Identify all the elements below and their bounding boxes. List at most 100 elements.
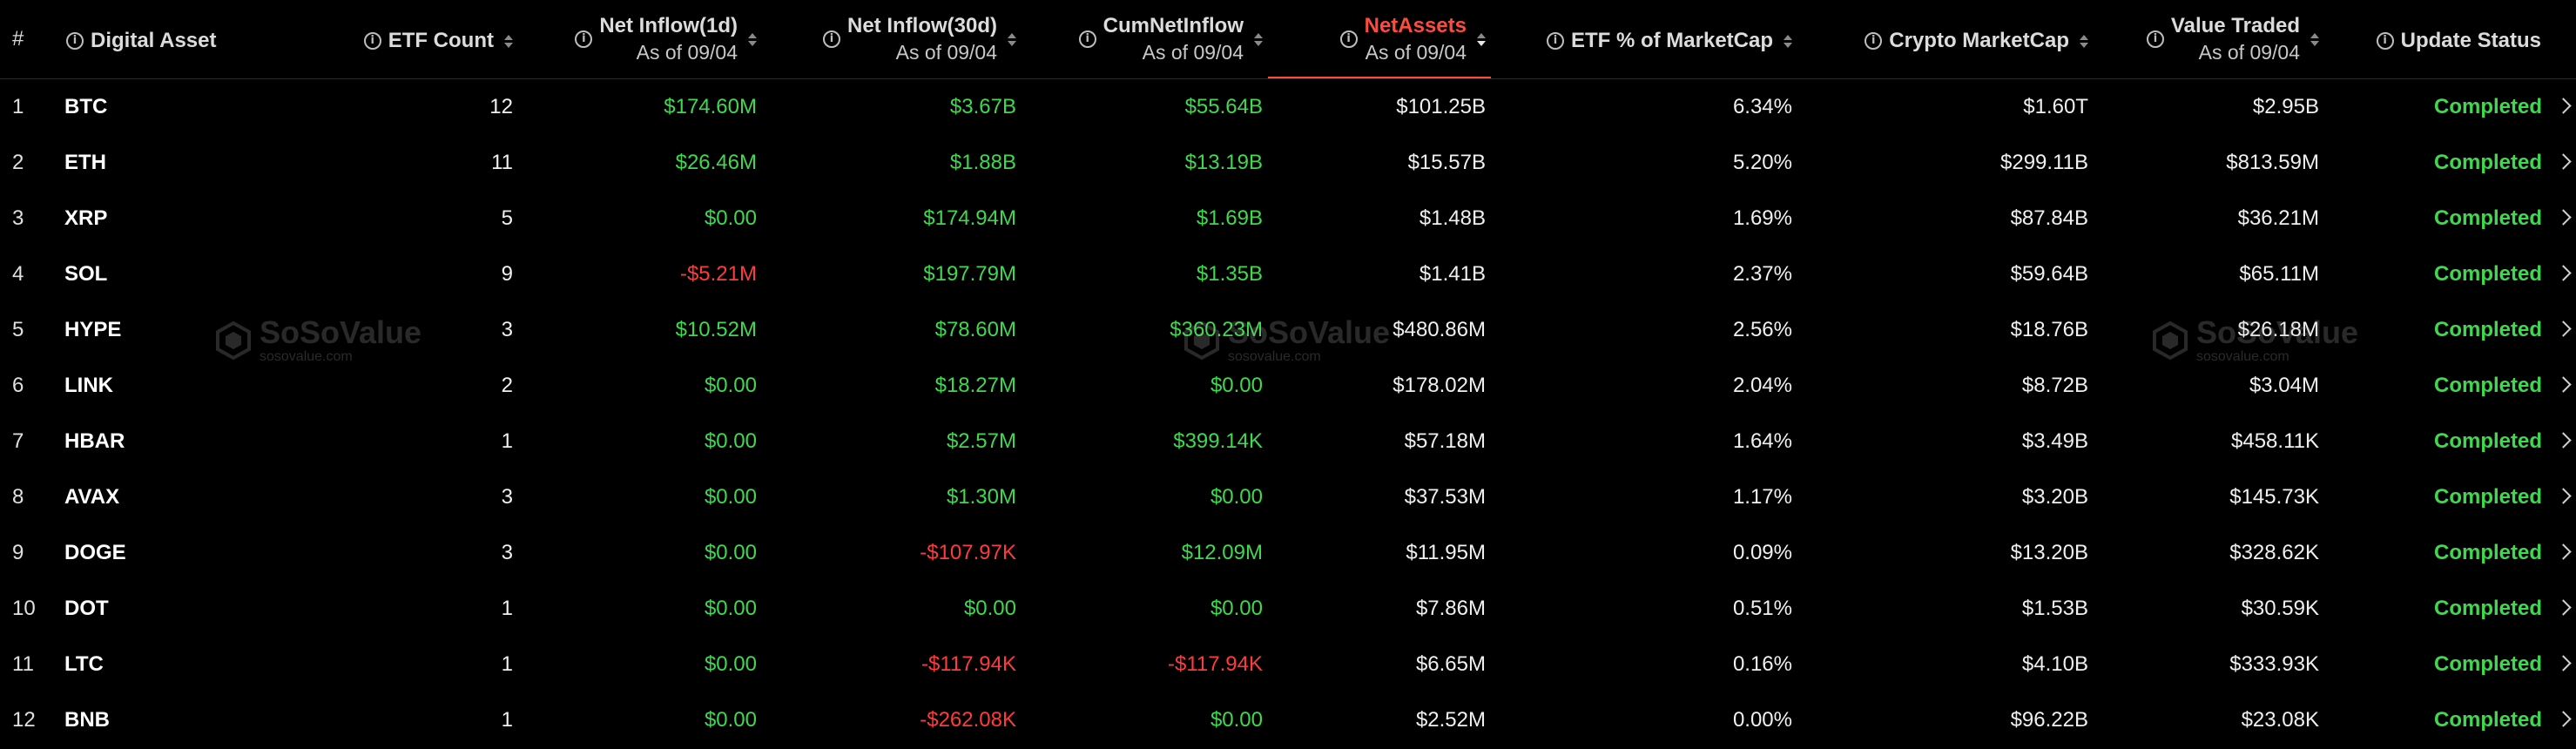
- table-row[interactable]: 5 HYPE 3 $10.52M $78.60M $360.23M $480.86M 2.56…: [0, 302, 2576, 358]
- info-icon[interactable]: i: [1546, 32, 1564, 50]
- etf-pct-marketcap-value: 0.09%: [1732, 541, 1792, 564]
- asset-symbol[interactable]: BTC: [61, 79, 279, 136]
- sort-icon[interactable]: [2310, 32, 2319, 46]
- net-assets-value: $1.41B: [1419, 262, 1486, 286]
- table-row[interactable]: 3 XRP 5 $0.00 $174.94M $1.69B $1.48B 1.69% $87.8…: [0, 191, 2576, 246]
- update-status-cell[interactable]: Completed: [2324, 692, 2576, 748]
- chevron-right-icon[interactable]: [2555, 265, 2572, 281]
- chevron-right-icon[interactable]: [2555, 655, 2572, 671]
- sort-desc-icon[interactable]: [1477, 32, 1486, 46]
- table-row[interactable]: 12 BNB 1 $0.00 -$262.08K $0.00 $2.52M 0.00% $96.…: [0, 692, 2576, 748]
- etf-count-value: 1: [501, 597, 513, 620]
- info-icon[interactable]: i: [1865, 32, 1883, 50]
- status-badge: Completed: [2433, 374, 2542, 397]
- etf-table: # i Digital Asset i ETF Count i Net Infl…: [0, 0, 2576, 748]
- info-icon[interactable]: i: [575, 30, 593, 48]
- sort-icon[interactable]: [1008, 32, 1016, 46]
- etf-count-value: 12: [489, 95, 513, 118]
- row-index: 6: [12, 374, 24, 397]
- row-index: 3: [12, 206, 24, 230]
- table-row[interactable]: 8 AVAX 3 $0.00 $1.30M $0.00 $37.53M 1.17% $3.20B…: [0, 469, 2576, 525]
- asset-symbol[interactable]: DOGE: [61, 525, 279, 581]
- row-index: 2: [12, 151, 24, 174]
- asset-symbol[interactable]: XRP: [61, 191, 279, 246]
- info-icon[interactable]: i: [66, 32, 84, 50]
- update-status-cell[interactable]: Completed: [2324, 358, 2576, 414]
- etf-pct-marketcap-value: 1.64%: [1732, 429, 1792, 453]
- chevron-right-icon[interactable]: [2555, 376, 2572, 393]
- chevron-right-icon[interactable]: [2555, 153, 2572, 170]
- info-icon[interactable]: i: [363, 32, 381, 50]
- info-icon[interactable]: i: [823, 30, 840, 48]
- info-icon[interactable]: i: [2376, 32, 2394, 50]
- chevron-right-icon[interactable]: [2555, 599, 2572, 616]
- chevron-right-icon[interactable]: [2555, 98, 2572, 114]
- table-row[interactable]: 10 DOT 1 $0.00 $0.00 $0.00 $7.86M 0.51% $1.53B $3…: [0, 581, 2576, 637]
- cum-net-inflow-value: $1.35B: [1196, 262, 1263, 286]
- header-cum-net-inflow[interactable]: i CumNetInflow As of 09/04: [1022, 0, 1268, 79]
- update-status-cell[interactable]: Completed: [2324, 469, 2576, 525]
- cum-net-inflow-value: $13.19B: [1184, 151, 1263, 174]
- header-etf-pct-marketcap[interactable]: i ETF % of MarketCap: [1491, 0, 1797, 79]
- net-inflow-30d-value: $197.79M: [923, 262, 1016, 286]
- sort-icon[interactable]: [1254, 32, 1263, 46]
- asset-symbol[interactable]: SOL: [61, 246, 279, 302]
- asset-symbol[interactable]: AVAX: [61, 469, 279, 525]
- table-row[interactable]: 1 BTC 12 $174.60M $3.67B $55.64B $101.25B 6.34%…: [0, 79, 2576, 136]
- crypto-marketcap-value: $18.76B: [2010, 318, 2088, 341]
- etf-count-value: 3: [501, 318, 513, 341]
- header-net-inflow-30d[interactable]: i Net Inflow(30d) As of 09/04: [762, 0, 1022, 79]
- value-traded-value: $333.93K: [2229, 652, 2319, 676]
- etf-pct-marketcap-value: 0.51%: [1732, 597, 1792, 620]
- info-icon[interactable]: i: [1078, 30, 1096, 48]
- chevron-right-icon[interactable]: [2555, 321, 2572, 337]
- chevron-right-icon[interactable]: [2555, 543, 2572, 560]
- status-badge: Completed: [2433, 541, 2542, 564]
- header-crypto-marketcap[interactable]: i Crypto MarketCap: [1797, 0, 2094, 79]
- sort-icon[interactable]: [504, 34, 513, 48]
- sort-icon[interactable]: [748, 32, 757, 46]
- info-icon[interactable]: i: [1339, 30, 1358, 48]
- table-body: 1 BTC 12 $174.60M $3.67B $55.64B $101.25B 6.34%…: [0, 79, 2576, 749]
- etf-count-value: 2: [501, 374, 513, 397]
- table-row[interactable]: 4 SOL 9 -$5.21M $197.79M $1.35B $1.41B 2.37% $59…: [0, 246, 2576, 302]
- table-row[interactable]: 11 LTC 1 $0.00 -$117.94K -$117.94K $6.65M 0.16%…: [0, 637, 2576, 692]
- update-status-cell[interactable]: Completed: [2324, 525, 2576, 581]
- update-status-cell[interactable]: Completed: [2324, 79, 2576, 136]
- header-value-traded[interactable]: i Value Traded As of 09/04: [2094, 0, 2324, 79]
- chevron-right-icon[interactable]: [2555, 209, 2572, 226]
- table-row[interactable]: 9 DOGE 3 $0.00 -$107.97K $12.09M $11.95M 0.09% $…: [0, 525, 2576, 581]
- update-status-cell[interactable]: Completed: [2324, 414, 2576, 469]
- etf-count-value: 11: [491, 151, 513, 174]
- table-row[interactable]: 6 LINK 2 $0.00 $18.27M $0.00 $178.02M 2.04% $8.7…: [0, 358, 2576, 414]
- asset-symbol[interactable]: HYPE: [61, 302, 279, 358]
- net-inflow-1d-value: $174.60M: [664, 95, 757, 118]
- header-digital-asset[interactable]: i Digital Asset: [61, 0, 279, 79]
- header-net-inflow-1d[interactable]: i Net Inflow(1d) As of 09/04: [518, 0, 762, 79]
- etf-pct-marketcap-value: 2.37%: [1732, 262, 1792, 286]
- asset-symbol[interactable]: DOT: [61, 581, 279, 637]
- update-status-cell[interactable]: Completed: [2324, 246, 2576, 302]
- chevron-right-icon[interactable]: [2555, 432, 2572, 449]
- status-badge: Completed: [2433, 95, 2542, 118]
- asset-symbol[interactable]: LINK: [61, 358, 279, 414]
- chevron-right-icon[interactable]: [2555, 711, 2572, 727]
- asset-symbol[interactable]: ETH: [61, 135, 279, 191]
- update-status-cell[interactable]: Completed: [2324, 135, 2576, 191]
- header-net-assets[interactable]: i NetAssets As of 09/04: [1268, 0, 1491, 79]
- asset-symbol[interactable]: HBAR: [61, 414, 279, 469]
- table-row[interactable]: 2 ETH 11 $26.46M $1.88B $13.19B $15.57B 5.20% $2…: [0, 135, 2576, 191]
- update-status-cell[interactable]: Completed: [2324, 302, 2576, 358]
- sort-icon[interactable]: [2080, 34, 2088, 48]
- update-status-cell[interactable]: Completed: [2324, 191, 2576, 246]
- chevron-right-icon[interactable]: [2555, 488, 2572, 504]
- update-status-cell[interactable]: Completed: [2324, 637, 2576, 692]
- sort-icon[interactable]: [1784, 34, 1792, 48]
- asset-symbol[interactable]: BNB: [61, 692, 279, 748]
- asset-symbol[interactable]: LTC: [61, 637, 279, 692]
- update-status-cell[interactable]: Completed: [2324, 581, 2576, 637]
- header-etf-count[interactable]: i ETF Count: [279, 0, 518, 79]
- info-icon[interactable]: i: [2146, 30, 2164, 48]
- net-inflow-30d-value: $3.67B: [949, 95, 1016, 118]
- table-row[interactable]: 7 HBAR 1 $0.00 $2.57M $399.14K $57.18M 1.64% $3.…: [0, 414, 2576, 469]
